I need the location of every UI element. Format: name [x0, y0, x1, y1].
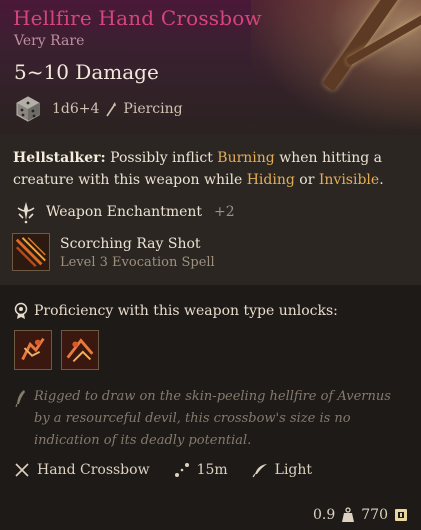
condition-burning[interactable]: Burning — [217, 150, 274, 166]
passive-text: . — [379, 172, 384, 188]
passive-text: or — [294, 172, 319, 188]
weapon-type: Hand Crossbow — [37, 462, 150, 478]
weapon-properties: Hand Crossbow 15m Light — [14, 462, 312, 478]
passive-text: Possibly inflict — [105, 150, 218, 166]
damage-dice: 1d6+4 — [52, 101, 100, 117]
item-footer: 0.9 770 — [313, 507, 408, 523]
weight-class: Light — [274, 462, 313, 478]
quill-icon — [14, 389, 26, 408]
hand-crossbow-icon — [14, 462, 30, 478]
condition-hiding[interactable]: Hiding — [247, 172, 295, 188]
enchantment-bonus: +2 — [214, 204, 235, 220]
damage-type: Piercing — [123, 101, 183, 117]
enchantment-icon — [14, 200, 38, 224]
item-tooltip: Hellfire Hand Crossbow Very Rare 5~10 Da… — [0, 0, 421, 530]
damage-range: 5~10 Damage — [14, 60, 159, 84]
scorching-ray-icon[interactable] — [12, 233, 50, 271]
granted-spell[interactable]: Scorching Ray Shot Level 3 Evocation Spe… — [12, 233, 215, 271]
condition-invisible[interactable]: Invisible — [319, 172, 379, 188]
passive-name: Hellstalker: — [13, 150, 106, 166]
range-icon — [174, 462, 190, 478]
proficiency-section: Proficiency with this weapon type unlock… — [0, 285, 421, 530]
dice-icon — [14, 95, 42, 123]
weapon-action-icon[interactable] — [61, 330, 99, 370]
lore-text: Rigged to draw on the skin-peeling hellf… — [34, 389, 391, 448]
weapon-range: 15m — [196, 462, 228, 478]
weapon-passive: Hellstalker: Possibly inflict Burning wh… — [13, 147, 408, 191]
item-value: 770 — [361, 507, 388, 523]
gold-icon — [394, 507, 408, 523]
proficiency-icon — [14, 302, 28, 320]
piercing-icon — [105, 101, 117, 117]
damage-details: 1d6+4 Piercing — [14, 94, 183, 124]
tooltip-header: Hellfire Hand Crossbow Very Rare 5~10 Da… — [0, 0, 421, 135]
spell-name: Scorching Ray Shot — [60, 236, 201, 252]
weapon-enchantment: Weapon Enchantment +2 — [14, 199, 235, 225]
item-artwork — [251, 0, 421, 135]
enchantment-label: Weapon Enchantment — [46, 204, 203, 220]
tooltip-body: Hellstalker: Possibly inflict Burning wh… — [0, 135, 421, 285]
proficiency-label: Proficiency with this weapon type unlock… — [34, 303, 338, 319]
light-feather-icon — [252, 462, 268, 478]
item-rarity: Very Rare — [14, 33, 85, 49]
weight-icon — [341, 507, 355, 523]
spell-level: Level 3 Evocation Spell — [60, 255, 215, 270]
item-weight: 0.9 — [313, 507, 336, 523]
weapon-action-icon[interactable] — [14, 330, 52, 370]
item-lore: Rigged to draw on the skin-peeling hellf… — [14, 386, 409, 452]
proficiency-header: Proficiency with this weapon type unlock… — [14, 302, 338, 320]
item-name: Hellfire Hand Crossbow — [13, 6, 262, 30]
